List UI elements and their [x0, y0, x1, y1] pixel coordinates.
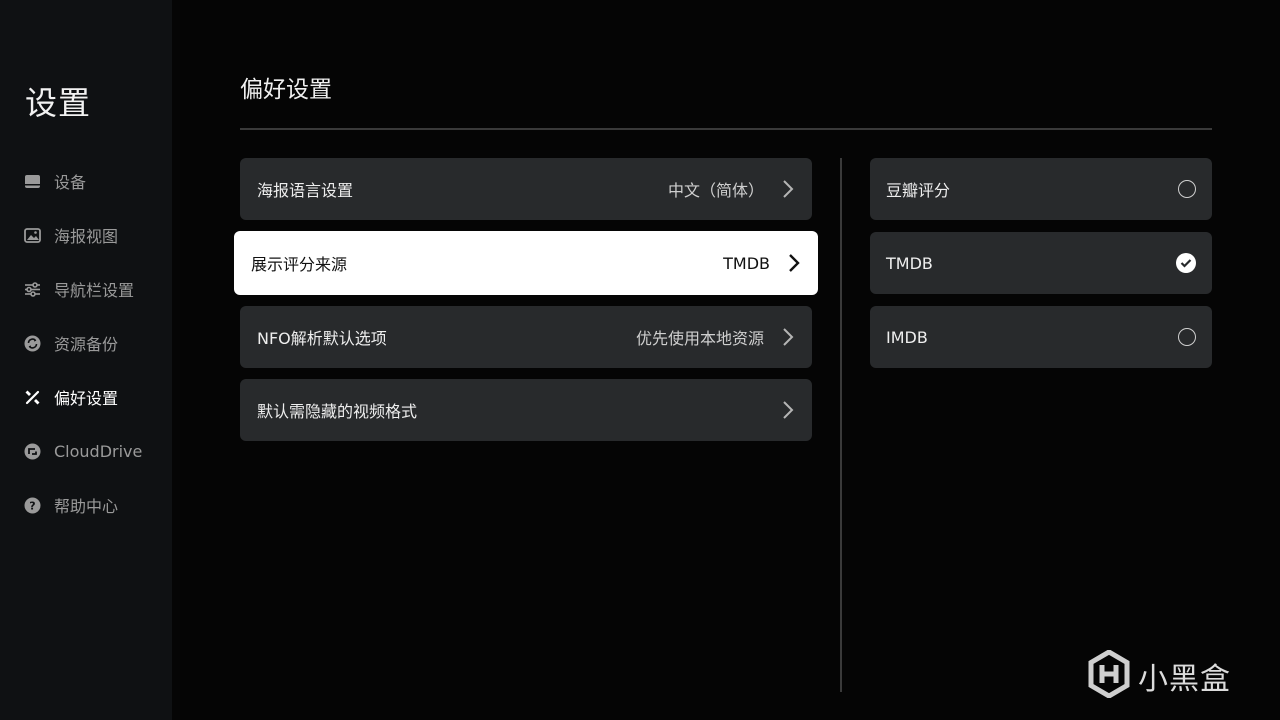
setting-label: NFO解析默认选项 — [257, 329, 387, 348]
chevron-right-icon — [782, 327, 794, 347]
setting-label: 海报语言设置 — [257, 181, 354, 200]
chevron-right-icon — [782, 400, 794, 420]
sidebar-item-preferences[interactable]: 偏好设置 — [0, 370, 172, 424]
sidebar-title: 设置 — [25, 84, 92, 122]
setting-hidden-formats[interactable]: 默认需隐藏的视频格式 — [240, 379, 812, 441]
setting-value: TMDB — [723, 253, 770, 273]
sidebar-nav: 设备 海报视图 导航栏设置 资源备份 偏好设置 CloudDrive ? 帮助中… — [0, 154, 172, 532]
option-tmdb[interactable]: TMDB — [870, 232, 1212, 294]
sync-icon — [24, 335, 41, 352]
option-label: IMDB — [886, 327, 928, 347]
sidebar-item-label: 导航栏设置 — [54, 281, 135, 300]
setting-value: 中文（简体） — [667, 181, 764, 200]
sidebar: 设置 设备 海报视图 导航栏设置 资源备份 偏好设置 CloudDrive ? … — [0, 0, 172, 720]
page-title: 偏好设置 — [240, 77, 332, 103]
sidebar-item-poster-view[interactable]: 海报视图 — [0, 208, 172, 262]
setting-value: 优先使用本地资源 — [635, 329, 764, 348]
option-imdb[interactable]: IMDB — [870, 306, 1212, 368]
radio-unchecked-icon — [1178, 180, 1196, 198]
sidebar-item-label: 海报视图 — [54, 227, 119, 246]
chevron-right-icon — [782, 179, 794, 199]
help-icon: ? — [24, 497, 41, 514]
radio-checked-icon — [1176, 253, 1196, 273]
panel-divider — [840, 158, 842, 692]
setting-label: 展示评分来源 — [251, 255, 348, 274]
setting-nfo-parse[interactable]: NFO解析默认选项 优先使用本地资源 — [240, 306, 812, 368]
sidebar-item-label: 帮助中心 — [54, 497, 119, 516]
watermark-text: 小黑盒 — [1138, 662, 1231, 697]
watermark: 小黑盒 — [1088, 649, 1231, 702]
option-label: TMDB — [886, 253, 933, 273]
sidebar-item-label: 资源备份 — [54, 335, 119, 354]
cloud-drive-icon — [24, 443, 41, 460]
image-icon — [24, 227, 41, 244]
setting-rating-source[interactable]: 展示评分来源 TMDB — [234, 231, 818, 295]
option-douban[interactable]: 豆瓣评分 — [870, 158, 1212, 220]
setting-poster-language[interactable]: 海报语言设置 中文（简体） — [240, 158, 812, 220]
svg-text:?: ? — [29, 499, 35, 512]
sidebar-item-help[interactable]: ? 帮助中心 — [0, 478, 172, 532]
sidebar-item-label: 偏好设置 — [54, 389, 119, 408]
chevron-right-icon — [788, 253, 800, 273]
sidebar-item-navbar-settings[interactable]: 导航栏设置 — [0, 262, 172, 316]
setting-label: 默认需隐藏的视频格式 — [257, 402, 418, 421]
sidebar-item-clouddrive[interactable]: CloudDrive — [0, 424, 172, 478]
title-divider — [240, 128, 1212, 130]
radio-unchecked-icon — [1178, 328, 1196, 346]
sidebar-item-device[interactable]: 设备 — [0, 154, 172, 208]
option-label: 豆瓣评分 — [886, 181, 951, 200]
sidebar-item-backup[interactable]: 资源备份 — [0, 316, 172, 370]
sidebar-item-label: CloudDrive — [54, 441, 143, 461]
heybox-logo-icon — [1088, 649, 1130, 702]
device-icon — [24, 173, 41, 190]
tools-icon — [24, 389, 41, 406]
sliders-icon — [24, 281, 41, 298]
sidebar-item-label: 设备 — [54, 173, 87, 192]
